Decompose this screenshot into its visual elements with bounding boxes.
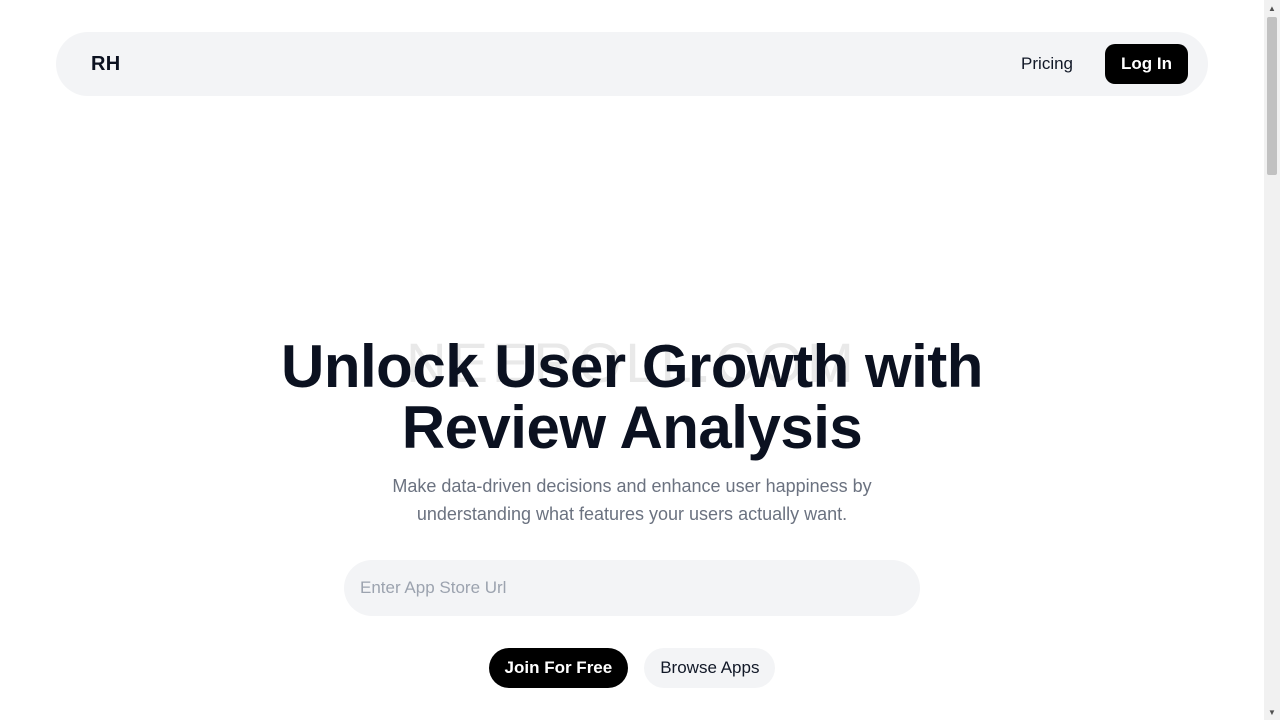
- pricing-link[interactable]: Pricing: [1021, 54, 1073, 74]
- login-button[interactable]: Log In: [1105, 44, 1188, 84]
- scroll-up-arrow-icon[interactable]: ▲: [1264, 0, 1280, 16]
- hero-subtitle-line-1: Make data-driven decisions and enhance u…: [392, 476, 872, 496]
- browse-apps-button[interactable]: Browse Apps: [644, 648, 776, 688]
- hero-subtitle-line-2: understanding what features your users a…: [416, 504, 848, 524]
- nav-actions: Pricing Log In: [1021, 44, 1188, 84]
- app-store-url-input[interactable]: [344, 560, 920, 616]
- scroll-down-arrow-icon[interactable]: ▼: [1264, 704, 1280, 720]
- hero-title: Unlock User Growth with Review Analysis: [0, 336, 1264, 458]
- vertical-scrollbar[interactable]: ▲ ▼: [1264, 0, 1280, 720]
- logo[interactable]: RH: [91, 53, 121, 76]
- cta-buttons: Join For Free Browse Apps: [0, 648, 1264, 688]
- join-for-free-button[interactable]: Join For Free: [488, 648, 629, 688]
- page: RH Pricing Log In NEEROLL.COM Unlock Use…: [0, 0, 1264, 720]
- hero-subtitle: Make data-driven decisions and enhance u…: [360, 472, 904, 528]
- hero-title-line-1: Unlock User Growth with: [281, 333, 983, 400]
- navbar: RH Pricing Log In: [56, 32, 1208, 96]
- hero-title-line-2: Review Analysis: [401, 394, 863, 461]
- scrollbar-thumb[interactable]: [1267, 17, 1277, 175]
